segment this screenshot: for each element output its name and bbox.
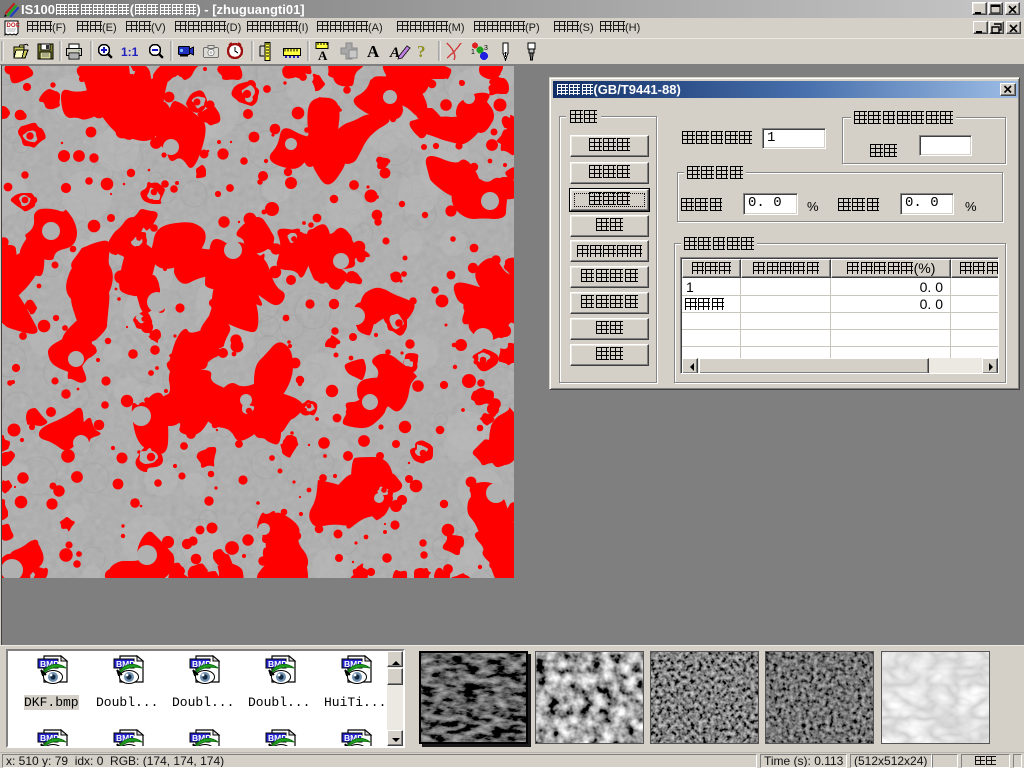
svg-text:DOC: DOC [7, 23, 21, 29]
svg-text:1: 1 [471, 49, 475, 56]
svg-text:A: A [367, 42, 380, 61]
svg-text:1:1: 1:1 [121, 45, 139, 59]
svg-text:3: 3 [484, 45, 488, 52]
svg-text:A: A [318, 48, 328, 63]
svg-text:?: ? [417, 42, 426, 61]
